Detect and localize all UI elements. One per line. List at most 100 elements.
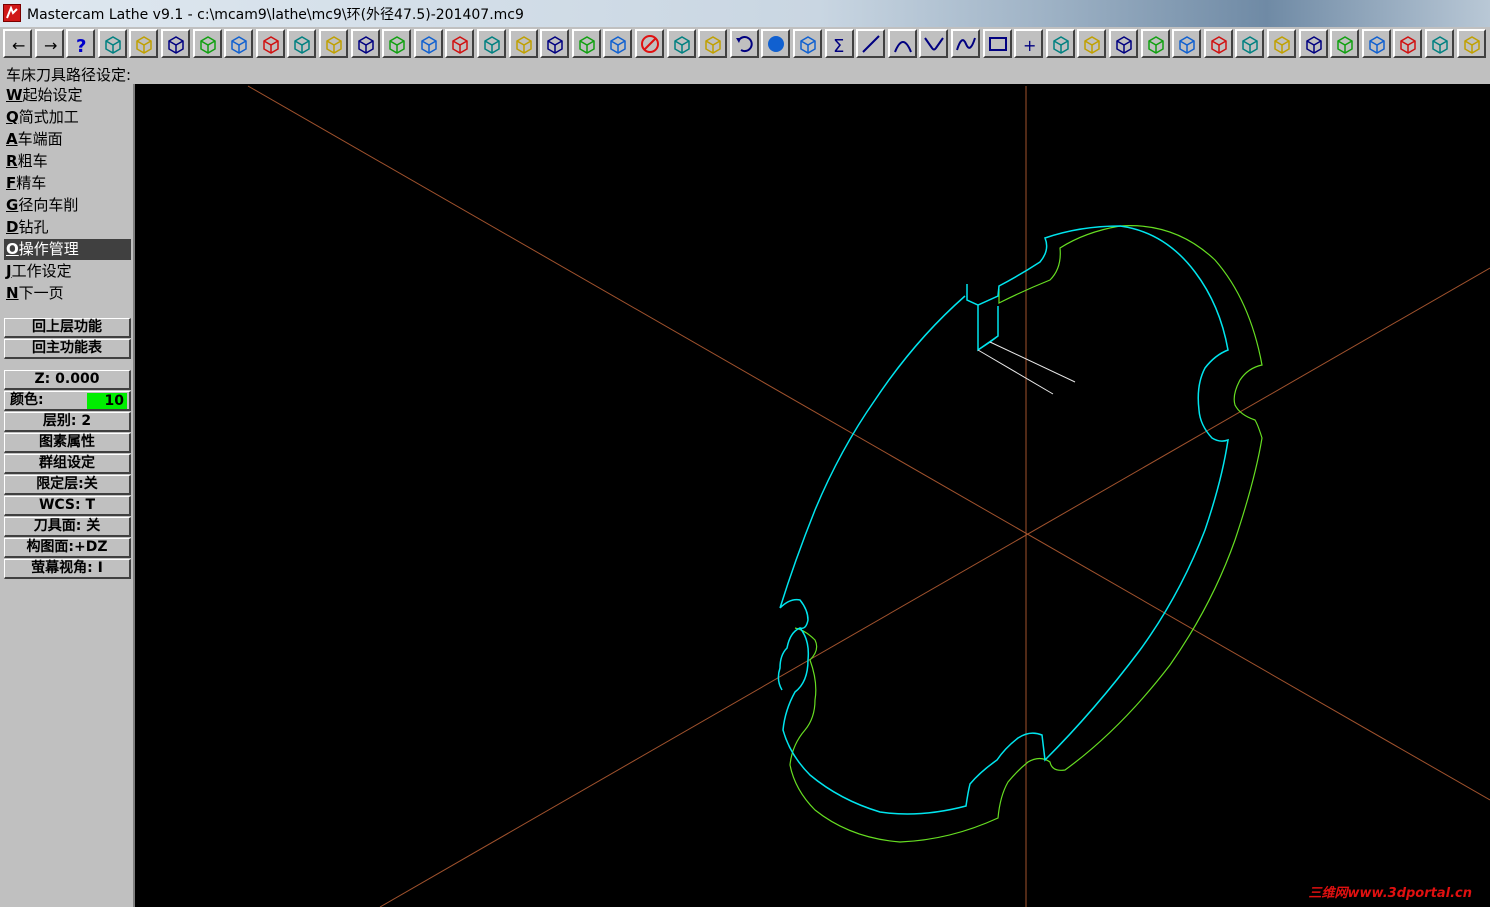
geometry-canvas xyxy=(247,85,1490,907)
point-icon: + xyxy=(1023,36,1036,55)
group-button[interactable] xyxy=(793,29,822,58)
view-iso-icon xyxy=(452,36,469,54)
cutoff-button[interactable] xyxy=(1425,29,1454,58)
view-top-icon xyxy=(389,36,405,54)
menu-item-rough[interactable]: R粗车 xyxy=(4,151,131,172)
rectangle-button[interactable] xyxy=(982,29,1012,58)
extend-button[interactable] xyxy=(1140,29,1170,58)
view-front-button[interactable] xyxy=(350,29,380,58)
menu-item-quick-machining[interactable]: Q简式加工 xyxy=(4,107,131,128)
wcs-button[interactable]: WCS: T xyxy=(4,496,131,516)
fillet-icon xyxy=(924,37,945,51)
app-icon[interactable] xyxy=(3,4,21,22)
zoom-fit-button[interactable] xyxy=(224,29,254,58)
arc-button[interactable] xyxy=(887,29,917,58)
rectangle-icon xyxy=(988,37,1007,51)
pencil-button[interactable] xyxy=(603,29,633,58)
menu-item-groove[interactable]: G径向车削 xyxy=(4,195,131,216)
zoom-window-button[interactable] xyxy=(129,29,159,58)
cutoff-icon xyxy=(1432,36,1448,54)
tool-plane-button[interactable]: 刀具面: 关 xyxy=(4,517,131,537)
unzoom-button[interactable] xyxy=(192,29,222,58)
menu-item-job-setup[interactable]: J工作设定 xyxy=(4,261,131,282)
point-button[interactable]: + xyxy=(1014,29,1044,58)
select-icon xyxy=(294,36,311,54)
screen-view-button[interactable]: 萤幕视角: I xyxy=(4,559,131,579)
view-cube-shaded-icon xyxy=(547,36,563,54)
level-button[interactable]: 层别: 2 xyxy=(4,412,131,432)
construction-plane-button[interactable]: 构图面:+DZ xyxy=(4,538,131,558)
view-cube-red-button[interactable] xyxy=(508,29,538,58)
color-label: 颜色: xyxy=(10,392,44,408)
unzoom-icon xyxy=(199,36,216,54)
attributes-button[interactable]: 图素属性 xyxy=(4,433,131,453)
main-menu-button[interactable]: 回主功能表 xyxy=(4,339,131,359)
fillet-button[interactable] xyxy=(919,29,949,58)
trim-button[interactable] xyxy=(1045,29,1075,58)
help-button[interactable]: ? xyxy=(66,29,96,58)
limit-level-button[interactable]: 限定层:关 xyxy=(4,475,131,495)
view-cube-button[interactable] xyxy=(477,29,506,58)
break-button[interactable] xyxy=(1109,29,1138,58)
divide-button[interactable] xyxy=(1203,29,1233,58)
spline-button[interactable] xyxy=(951,29,980,58)
svg-text:+: + xyxy=(1023,36,1036,55)
menu-item-drill[interactable]: D钻孔 xyxy=(4,217,131,238)
rough-button[interactable] xyxy=(1298,29,1328,58)
menu-item-face[interactable]: A车端面 xyxy=(4,129,131,150)
view-top-button[interactable] xyxy=(382,29,412,58)
zoom-button[interactable] xyxy=(161,29,190,58)
extend-icon xyxy=(1147,36,1164,54)
graphics-viewport[interactable] xyxy=(135,84,1490,907)
trim2-button[interactable] xyxy=(1077,29,1107,58)
view-cube-shaded-button[interactable] xyxy=(540,29,570,58)
face-button[interactable] xyxy=(1456,29,1486,58)
thread-button[interactable] xyxy=(1361,29,1391,58)
modify-line-button[interactable] xyxy=(1172,29,1202,58)
axis-x xyxy=(247,85,1490,801)
groove-button[interactable] xyxy=(1393,29,1423,58)
sigma-button[interactable]: Σ xyxy=(824,29,854,58)
spline-icon xyxy=(956,37,976,51)
ring-step-lines xyxy=(977,305,999,352)
pan-button[interactable] xyxy=(255,29,285,58)
menu-item-operations-manager[interactable]: O操作管理 xyxy=(4,239,131,260)
select-button[interactable] xyxy=(287,29,317,58)
forward-arrow-icon: → xyxy=(44,36,57,55)
translate-button[interactable] xyxy=(666,29,696,58)
pan-icon xyxy=(263,36,279,54)
view-3d-icon xyxy=(579,36,595,54)
finish-icon xyxy=(1337,36,1353,54)
rotate-icon xyxy=(326,36,342,54)
group-button[interactable]: 群组设定 xyxy=(4,454,131,474)
finish-button[interactable] xyxy=(1330,29,1360,58)
watermark: 三维网www.3dportal.cn xyxy=(1308,886,1472,901)
delete-button[interactable] xyxy=(635,29,664,58)
prompt-text: 车床刀具路径设定: xyxy=(6,66,132,84)
undo-button[interactable] xyxy=(729,29,759,58)
view-side-button[interactable] xyxy=(413,29,443,58)
menu-item-finish[interactable]: F精车 xyxy=(4,173,131,194)
forward-arrow-button[interactable]: → xyxy=(34,29,64,58)
menu-item-next-page[interactable]: N下一页 xyxy=(4,283,131,304)
z-depth-button[interactable]: Z: 0.000 xyxy=(4,370,131,390)
rotate-button[interactable] xyxy=(319,29,348,58)
color-button[interactable]: 颜色: 10 xyxy=(4,391,131,411)
toolpath-button[interactable] xyxy=(1267,29,1296,58)
shade-button[interactable] xyxy=(761,29,791,58)
help-icon: ? xyxy=(76,36,86,56)
drill-button[interactable] xyxy=(1235,29,1265,58)
file-button[interactable] xyxy=(97,29,127,58)
back-level-button[interactable]: 回上层功能 xyxy=(4,318,131,338)
back-arrow-button[interactable]: ← xyxy=(3,29,32,58)
view-iso-button[interactable] xyxy=(445,29,475,58)
face-icon xyxy=(1463,36,1480,54)
break-icon xyxy=(1116,36,1132,54)
toolpath-icon xyxy=(1274,36,1290,54)
line-button[interactable] xyxy=(856,29,886,58)
group-icon xyxy=(800,36,816,54)
view-3d-button[interactable] xyxy=(571,29,601,58)
copy-button[interactable] xyxy=(698,29,728,58)
line-icon xyxy=(862,35,880,53)
menu-item-start-setup[interactable]: W起始设定 xyxy=(4,85,131,106)
